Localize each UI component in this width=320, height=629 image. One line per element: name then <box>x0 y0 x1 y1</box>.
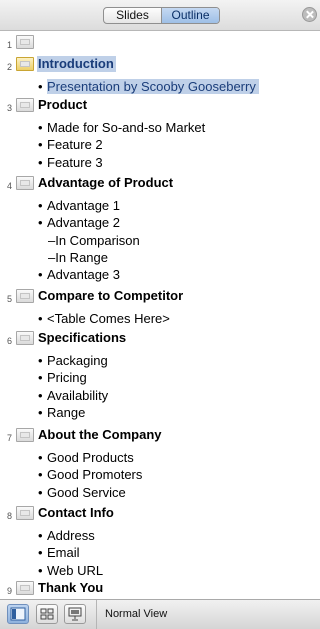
tab-slides[interactable]: Slides <box>104 8 161 23</box>
outline-bullet-item[interactable]: • Good Products <box>38 450 134 466</box>
slide-thumbnail-icon[interactable] <box>16 428 34 442</box>
outline-item-text: –In Comparison <box>48 232 140 248</box>
normal-view-icon <box>10 607 26 621</box>
outline-item-text: Advantage 2 <box>47 215 121 231</box>
bullet-icon: • <box>38 154 43 170</box>
outline-bullet-item[interactable]: • Feature 3 <box>38 155 103 171</box>
slide-number: 9 <box>6 586 12 596</box>
slide-sorter-icon <box>40 608 54 620</box>
bullet-icon: • <box>38 198 43 213</box>
outline-item-text: Feature 3 <box>47 154 103 170</box>
outline-item-text: Pricing <box>47 370 87 386</box>
bullet-icon: • <box>38 545 43 561</box>
bullet-icon: • <box>38 137 43 153</box>
outline-bullet-item[interactable]: • Made for So-and-so Market <box>38 120 205 136</box>
outline-bullet-item[interactable]: • Presentation by Scooby Gooseberry <box>38 79 259 95</box>
slide-title[interactable]: Specifications <box>38 330 126 346</box>
outline-item-text: Advantage 1 <box>47 198 121 213</box>
outline-bullet-item[interactable]: • Email <box>38 545 80 561</box>
outline-item-text: Good Products <box>47 450 134 465</box>
outline-pane[interactable]: 1 2 Introduction • Presentation by Scooby Go… <box>0 31 320 599</box>
slide-thumbnail-icon[interactable] <box>16 506 34 520</box>
outline-item-text: Feature 2 <box>47 137 103 153</box>
slide-number: 4 <box>6 181 12 191</box>
close-pane-icon[interactable] <box>302 7 317 22</box>
bullet-icon: • <box>38 370 43 386</box>
top-toolbar: Slides Outline <box>0 0 320 31</box>
bullet-icon: • <box>38 267 43 283</box>
outline-bullet-item[interactable]: • Good Promoters <box>38 467 142 483</box>
slide-title[interactable]: Introduction <box>37 56 116 72</box>
bullet-icon: • <box>38 450 43 465</box>
slide-number: 7 <box>6 433 12 443</box>
slide-title[interactable]: Thank You <box>38 580 103 596</box>
outline-item-text: Availability <box>47 387 109 403</box>
slide-number: 5 <box>6 294 12 304</box>
toolbar-divider <box>96 600 97 629</box>
outline-bullet-item[interactable]: • <Table Comes Here> <box>38 311 170 327</box>
slide-number: 2 <box>6 62 12 72</box>
bullet-icon: • <box>38 404 43 420</box>
slide-title[interactable]: Compare to Competitor <box>38 288 183 304</box>
outline-subitem[interactable]: –In Range <box>48 250 108 266</box>
outline-item-text: –In Range <box>48 249 108 265</box>
outline-item-text: Email <box>47 545 80 561</box>
outline-bullet-item[interactable]: • Availability <box>38 388 108 404</box>
bullet-icon: • <box>38 562 43 578</box>
tab-outline[interactable]: Outline <box>161 8 219 23</box>
bullet-icon: • <box>38 120 43 135</box>
slide-number: 6 <box>6 336 12 346</box>
bullet-icon: • <box>38 353 43 368</box>
slide-sorter-button[interactable] <box>36 604 58 624</box>
outline-bullet-item[interactable]: • Range <box>38 405 85 421</box>
outline-item-text: Presentation by Scooby Gooseberry <box>47 79 259 94</box>
slide-thumbnail-icon[interactable] <box>16 331 34 345</box>
outline-bullet-item[interactable]: • Feature 2 <box>38 137 103 153</box>
bullet-icon: • <box>38 528 43 543</box>
bullet-icon: • <box>38 311 43 326</box>
normal-view-button[interactable] <box>7 604 29 624</box>
bottom-toolbar: Normal View <box>0 599 320 629</box>
slide-title[interactable]: Advantage of Product <box>38 175 173 191</box>
view-segmented-control: Slides Outline <box>103 7 220 24</box>
outline-bullet-item[interactable]: • Advantage 3 <box>38 267 120 283</box>
slide-number: 3 <box>6 103 12 113</box>
outline-item-text: <Table Comes Here> <box>47 311 170 326</box>
slide-thumbnail-icon[interactable] <box>16 57 34 71</box>
slide-thumbnail-icon[interactable] <box>16 581 34 595</box>
outline-item-text: Packaging <box>47 353 108 368</box>
outline-item-text: Good Promoters <box>47 467 143 483</box>
outline-item-text: Range <box>47 404 86 420</box>
outline-subitem[interactable]: –In Comparison <box>48 233 140 249</box>
outline-bullet-item[interactable]: • Pricing <box>38 370 87 386</box>
bullet-icon: • <box>38 79 43 94</box>
bullet-icon: • <box>38 387 43 403</box>
outline-bullet-item[interactable]: • Web URL <box>38 563 103 579</box>
outline-item-text: Web URL <box>47 562 104 578</box>
outline-item-text: Advantage 3 <box>47 267 121 283</box>
outline-item-text: Good Service <box>47 484 126 500</box>
slide-number: 1 <box>6 40 12 50</box>
outline-bullet-item[interactable]: • Advantage 1 <box>38 198 120 214</box>
view-label: Normal View <box>105 608 168 620</box>
slide-title[interactable]: About the Company <box>38 427 162 443</box>
outline-item-text: Made for So-and-so Market <box>47 120 206 135</box>
outline-item-text: Address <box>47 528 95 543</box>
slide-show-icon <box>68 607 82 621</box>
outline-bullet-item[interactable]: • Advantage 2 <box>38 215 120 231</box>
outline-bullet-item[interactable]: • Address <box>38 528 95 544</box>
outline-bullet-item[interactable]: • Packaging <box>38 353 108 369</box>
slide-thumbnail-icon[interactable] <box>16 98 34 112</box>
slide-number: 8 <box>6 511 12 521</box>
slide-show-button[interactable] <box>64 604 86 624</box>
slide-thumbnail-icon[interactable] <box>16 176 34 190</box>
slide-title[interactable]: Product <box>38 97 87 113</box>
slide-thumbnail-icon[interactable] <box>16 35 34 49</box>
bullet-icon: • <box>38 484 43 500</box>
outline-bullet-item[interactable]: • Good Service <box>38 485 126 501</box>
slide-thumbnail-icon[interactable] <box>16 289 34 303</box>
bullet-icon: • <box>38 467 43 483</box>
bullet-icon: • <box>38 215 43 231</box>
slide-title[interactable]: Contact Info <box>38 505 114 521</box>
